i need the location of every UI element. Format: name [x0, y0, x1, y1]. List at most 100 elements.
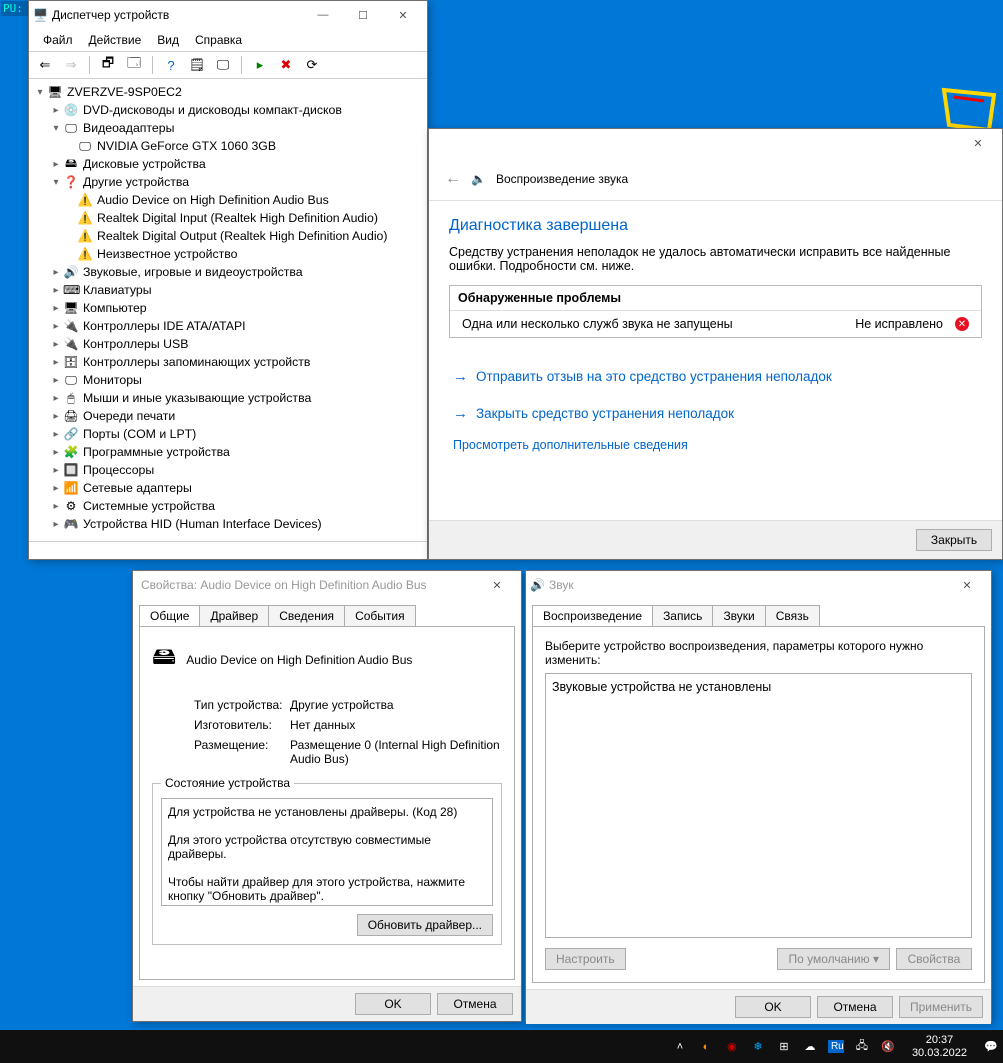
tab-details[interactable]: Сведения [268, 605, 345, 626]
tab-recording[interactable]: Запись [652, 605, 713, 626]
back-button[interactable]: ← [445, 170, 461, 188]
arrow-right-icon: → [453, 405, 468, 422]
tray-volume-muted-icon[interactable]: 🔇 [880, 1040, 896, 1053]
ok-button[interactable]: OK [735, 996, 811, 1018]
instruction-text: Выберите устройство воспроизведения, пар… [545, 639, 972, 667]
computer-icon: 🖥 [63, 301, 79, 315]
tray-av-icon[interactable]: ◉ [724, 1040, 740, 1053]
ok-button[interactable]: OK [355, 993, 431, 1015]
tray-action-icon[interactable]: ⊞ [776, 1040, 792, 1053]
update-driver-button[interactable]: Обновить драйвер... [357, 914, 493, 936]
problems-box: Обнаруженные проблемы Одна или несколько… [449, 285, 982, 338]
device-listbox[interactable]: Звуковые устройства не установлены [545, 673, 972, 938]
tab-playback[interactable]: Воспроизведение [532, 605, 653, 626]
tab-sounds[interactable]: Звуки [712, 605, 765, 626]
cancel-button[interactable]: Отмена [437, 993, 513, 1015]
tree-item[interactable]: Клавиатуры [83, 283, 152, 297]
statusbar [29, 541, 427, 559]
close-button[interactable]: ✕ [383, 1, 423, 29]
forward-button[interactable]: ⇒ [61, 55, 81, 75]
header-title: Воспроизведение звука [496, 172, 628, 186]
tree-item[interactable]: Устройства HID (Human Interface Devices) [83, 517, 322, 531]
menu-file[interactable]: Файл [35, 31, 81, 49]
tree-item[interactable]: NVIDIA GeForce GTX 1060 3GB [97, 139, 276, 153]
tray-tool-icon[interactable]: ❄ [750, 1040, 766, 1053]
tray-app-icon[interactable]: ◐ [698, 1041, 714, 1053]
tree-item[interactable]: Дисковые устройства [83, 157, 206, 171]
tree-item[interactable]: Звуковые, игровые и видеоустройства [83, 265, 303, 279]
cpu-icon: 🔲 [63, 463, 79, 477]
tray-onedrive-icon[interactable]: ☁ [802, 1040, 818, 1053]
troubleshooter-window: ✕ ← 🔈 Воспроизведение звука Диагностика … [428, 128, 1003, 560]
window-title: Звук [545, 578, 947, 592]
monitor-icon: 🖵 [63, 373, 79, 388]
close-troubleshooter-link[interactable]: →Закрыть средство устранения неполадок [449, 395, 982, 432]
back-button[interactable]: ⇐ [35, 55, 55, 75]
tab-comm[interactable]: Связь [765, 605, 820, 626]
status-textbox[interactable]: Для устройства не установлены драйверы. … [161, 798, 493, 906]
titlebar[interactable]: 🖥️ Диспетчер устройств — ☐ ✕ [29, 1, 427, 29]
tree-item[interactable]: Порты (COM и LPT) [83, 427, 196, 441]
tree-item[interactable]: Другие устройства [83, 175, 189, 189]
device-manager-window: 🖥️ Диспетчер устройств — ☐ ✕ Файл Действ… [28, 0, 428, 560]
tray-notifications-icon[interactable]: 💬 [983, 1040, 999, 1053]
tree-item[interactable]: Realtek Digital Output (Realtek High Def… [97, 229, 388, 243]
tree-item[interactable]: Системные устройства [83, 499, 215, 513]
controller-icon: 🔌 [63, 319, 79, 333]
titlebar[interactable]: Свойства: Audio Device on High Definitio… [133, 571, 521, 599]
storage-icon: 🗄 [63, 355, 79, 369]
enable-icon[interactable]: ▸ [250, 55, 270, 75]
titlebar[interactable]: ✕ [429, 129, 1002, 157]
tree-item[interactable]: Процессоры [83, 463, 154, 477]
help-icon[interactable]: ? [161, 55, 181, 75]
update-icon[interactable]: ⟳ [302, 55, 322, 75]
feedback-link[interactable]: →Отправить отзыв на это средство устране… [449, 358, 982, 395]
tree-item[interactable]: Контроллеры USB [83, 337, 188, 351]
tree-item[interactable]: Неизвестное устройство [97, 247, 237, 261]
tray-up-icon[interactable]: ˄ [672, 1041, 688, 1053]
cancel-button[interactable]: Отмена [817, 996, 893, 1018]
close-button[interactable]: ✕ [958, 129, 998, 157]
view-details-link[interactable]: Просмотреть дополнительные сведения [449, 432, 982, 458]
tab-driver[interactable]: Драйвер [199, 605, 269, 626]
close-button[interactable]: ✕ [477, 571, 517, 599]
configure-button: Настроить [545, 948, 626, 970]
tree-root[interactable]: ZVERZVE-9SP0EC2 [67, 85, 182, 99]
scan-icon[interactable]: 🗒 [187, 55, 207, 75]
menu-help[interactable]: Справка [187, 31, 250, 49]
tree-item[interactable]: Сетевые адаптеры [83, 481, 192, 495]
show-hidden-icon[interactable]: 🗗 [98, 55, 118, 75]
tab-events[interactable]: События [344, 605, 416, 626]
taskbar[interactable]: ˄ ◐ ◉ ❄ ⊞ ☁ Ru 🖧 🔇 20:37 30.03.2022 💬 [0, 1030, 1003, 1063]
close-button[interactable]: ✕ [947, 571, 987, 599]
tree-item[interactable]: Контроллеры запоминающих устройств [83, 355, 310, 369]
tray-network-icon[interactable]: 🖧 [854, 1037, 870, 1056]
monitor-icon[interactable]: 🖵 [213, 55, 233, 75]
minimize-button[interactable]: — [303, 1, 343, 29]
tree-item[interactable]: Контроллеры IDE ATA/ATAPI [83, 319, 246, 333]
tree-item[interactable]: Мыши и иные указывающие устройства [83, 391, 311, 405]
tree-item[interactable]: DVD-дисководы и дисководы компакт-дисков [83, 103, 342, 117]
properties-icon[interactable]: 🗔 [124, 55, 144, 75]
tree-item[interactable]: Программные устройства [83, 445, 230, 459]
tree-item[interactable]: Видеоадаптеры [83, 121, 174, 135]
tree-item[interactable]: Audio Device on High Definition Audio Bu… [97, 193, 329, 207]
tab-general[interactable]: Общие [139, 605, 200, 626]
close-dialog-button[interactable]: Закрыть [916, 529, 992, 551]
titlebar[interactable]: 🔊 Звук ✕ [526, 571, 991, 599]
tree-item[interactable]: Компьютер [83, 301, 147, 315]
tree-item[interactable]: Очереди печати [83, 409, 175, 423]
disable-icon[interactable]: ✖ [276, 55, 296, 75]
menu-action[interactable]: Действие [81, 31, 150, 49]
maximize-button[interactable]: ☐ [343, 1, 383, 29]
tree-item[interactable]: Мониторы [83, 373, 142, 387]
tray-language[interactable]: Ru [828, 1040, 844, 1053]
keyboard-icon: ⌨ [63, 283, 79, 297]
problem-row[interactable]: Одна или несколько служб звука не запуще… [450, 311, 981, 337]
device-tree[interactable]: ▾🖥ZVERZVE-9SP0EC2 ▸💿DVD-дисководы и диск… [29, 79, 427, 541]
disk-icon: 🖴 [63, 154, 79, 175]
sound-window: 🔊 Звук ✕ Воспроизведение Запись Звуки Св… [525, 570, 992, 1022]
tray-clock[interactable]: 20:37 30.03.2022 [912, 1034, 967, 1059]
tree-item[interactable]: Realtek Digital Input (Realtek High Defi… [97, 211, 378, 225]
menu-view[interactable]: Вид [149, 31, 187, 49]
